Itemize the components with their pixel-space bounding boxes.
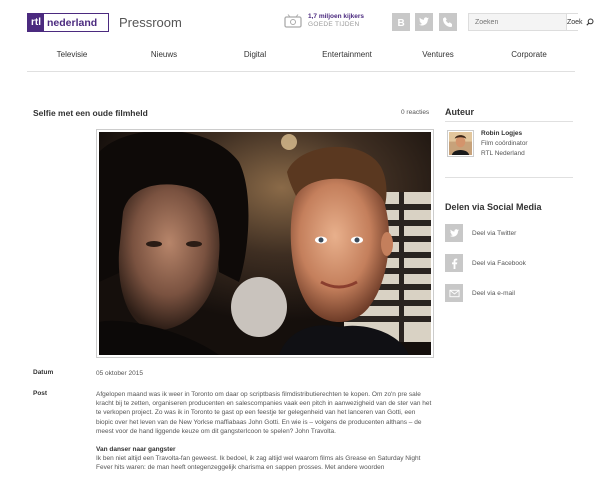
search-icon <box>585 18 594 26</box>
author-avatar[interactable] <box>447 130 474 157</box>
share-facebook[interactable]: Deel via Facebook <box>445 254 585 272</box>
datum-value: 05 oktober 2015 <box>96 370 143 377</box>
share-twitter[interactable]: Deel via Twitter <box>445 224 585 242</box>
site-header: rtl nederland Pressroom 1,7 miljoen kijk… <box>0 0 595 72</box>
search-button-label: Zoek <box>567 18 583 26</box>
nav-item-corporate[interactable]: Corporate <box>511 50 547 59</box>
blogger-icon[interactable]: B <box>392 13 410 31</box>
section-title: Pressroom <box>119 15 182 30</box>
main-nav: Televisie Nieuws Digital Entertainment V… <box>27 45 575 72</box>
post-label: Post <box>33 390 48 397</box>
twitter-icon[interactable] <box>415 13 433 31</box>
logo-rtl-text: rtl <box>28 14 44 31</box>
author-role: Film coördinator <box>481 140 528 147</box>
viewers-show: GOEDE TIJDEN <box>308 21 360 28</box>
facebook-icon <box>445 254 463 272</box>
share-label: Deel via Facebook <box>472 259 526 267</box>
author-name[interactable]: Robin Logjes <box>481 130 522 137</box>
nav-item-televisie[interactable]: Televisie <box>57 50 88 59</box>
nav-item-nieuws[interactable]: Nieuws <box>151 50 177 59</box>
email-icon <box>445 284 463 302</box>
selfie-photo-image <box>99 132 431 355</box>
nav-item-digital[interactable]: Digital <box>244 50 266 59</box>
svg-text:B: B <box>398 18 405 28</box>
author-company: RTL Nederland <box>481 150 525 157</box>
tv-icon <box>284 14 302 28</box>
viewers-count: 1,7 miljoen kijkers <box>308 13 365 20</box>
share-label: Deel via e-mail <box>472 289 515 297</box>
article-photo <box>96 129 434 358</box>
viewers-banner[interactable]: 1,7 miljoen kijkers GOEDE TIJDEN <box>284 13 364 29</box>
post-subheading: Van danser naar gangster <box>96 446 176 454</box>
author-avatar-image <box>449 132 472 155</box>
nav-item-ventures[interactable]: Ventures <box>422 50 454 59</box>
article-title: Selfie met een oude filmheld <box>33 108 148 118</box>
reacties-count[interactable]: 0 reacties <box>401 109 429 116</box>
post-paragraph: Ik ben niet altijd een Travolta-fan gewe… <box>96 455 421 472</box>
search-button[interactable]: Zoek <box>566 14 594 30</box>
search-input[interactable] <box>469 14 566 30</box>
datum-label: Datum <box>33 369 54 376</box>
nav-item-entertainment[interactable]: Entertainment <box>322 50 372 59</box>
rtl-nederland-logo[interactable]: rtl nederland <box>27 13 109 32</box>
twitter-icon <box>445 224 463 242</box>
share-heading: Delen via Social Media <box>445 202 542 212</box>
share-email[interactable]: Deel via e-mail <box>445 284 585 302</box>
logo-nederland-text: nederland <box>47 16 98 29</box>
phone-icon[interactable] <box>439 13 457 31</box>
post-paragraph: Afgelopen maand was ik weer in Toronto o… <box>96 391 432 435</box>
divider <box>445 121 573 122</box>
author-heading: Auteur <box>445 107 474 117</box>
search-box: Zoek <box>468 13 594 31</box>
divider <box>445 177 573 178</box>
post-body: Afgelopen maand was ik weer in Toronto o… <box>96 390 432 482</box>
share-label: Deel via Twitter <box>472 229 517 237</box>
